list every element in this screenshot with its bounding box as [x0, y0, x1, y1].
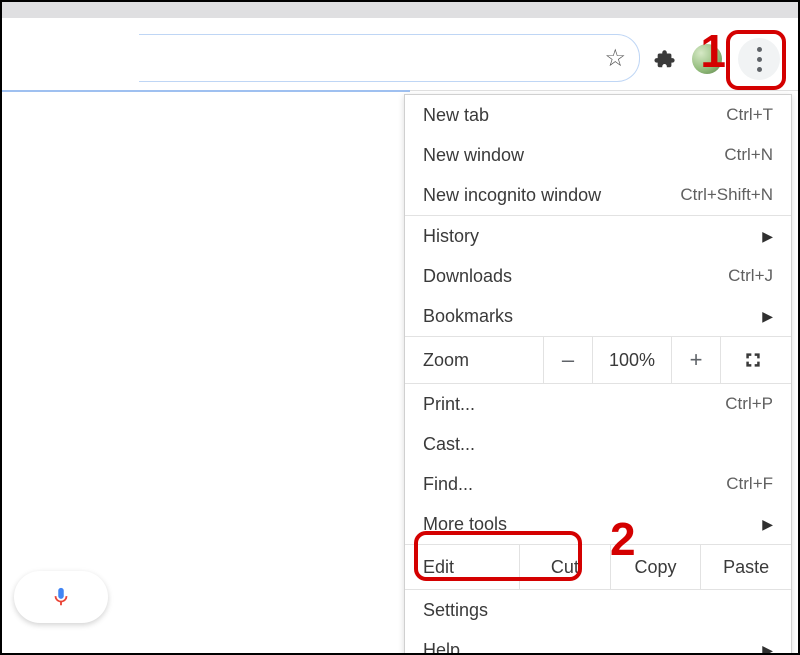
zoom-out-button[interactable]: –	[543, 337, 592, 383]
menu-item-downloads[interactable]: Downloads Ctrl+J	[405, 256, 791, 296]
menu-shortcut: Ctrl+F	[726, 474, 773, 494]
chevron-right-icon: ▶	[762, 642, 773, 655]
voice-search-button[interactable]	[14, 571, 108, 623]
menu-item-new-tab[interactable]: New tab Ctrl+T	[405, 95, 791, 135]
menu-label: History	[423, 226, 754, 247]
menu-shortcut: Ctrl+J	[728, 266, 773, 286]
edit-cut-button[interactable]: Cut	[519, 545, 610, 589]
omnibox[interactable]	[139, 34, 640, 82]
menu-item-find[interactable]: Find... Ctrl+F	[405, 464, 791, 504]
chrome-overflow-menu: New tab Ctrl+T New window Ctrl+N New inc…	[404, 94, 792, 655]
chevron-right-icon: ▶	[762, 308, 773, 325]
edit-label: Edit	[405, 557, 519, 578]
zoom-label: Zoom	[405, 350, 543, 371]
edit-paste-button[interactable]: Paste	[700, 545, 791, 589]
window-titlebar	[2, 2, 798, 18]
menu-shortcut: Ctrl+Shift+N	[680, 185, 773, 205]
more-options-button[interactable]	[738, 38, 780, 80]
menu-label: Downloads	[423, 266, 728, 287]
menu-shortcut: Ctrl+T	[726, 105, 773, 125]
menu-item-print[interactable]: Print... Ctrl+P	[405, 384, 791, 424]
menu-item-incognito[interactable]: New incognito window Ctrl+Shift+N	[405, 175, 791, 215]
bookmark-star-icon[interactable]: ☆	[604, 44, 626, 73]
toolbar: ☆	[2, 34, 798, 84]
menu-label: New tab	[423, 105, 726, 126]
menu-item-settings[interactable]: Settings	[405, 590, 791, 630]
menu-item-edit: Edit Cut Copy Paste	[405, 544, 791, 590]
menu-shortcut: Ctrl+P	[725, 394, 773, 414]
menu-item-more-tools[interactable]: More tools ▶	[405, 504, 791, 544]
menu-item-help[interactable]: Help ▶	[405, 630, 791, 655]
chevron-right-icon: ▶	[762, 228, 773, 245]
menu-item-zoom: Zoom – 100% +	[405, 336, 791, 384]
menu-item-new-window[interactable]: New window Ctrl+N	[405, 135, 791, 175]
menu-item-cast[interactable]: Cast...	[405, 424, 791, 464]
menu-label: Bookmarks	[423, 306, 754, 327]
menu-label: More tools	[423, 514, 754, 535]
menu-label: New window	[423, 145, 724, 166]
menu-item-history[interactable]: History ▶	[405, 216, 791, 256]
chevron-right-icon: ▶	[762, 516, 773, 533]
tab-highlight	[2, 90, 410, 92]
menu-label: Print...	[423, 394, 725, 415]
microphone-icon	[50, 586, 72, 608]
edit-copy-button[interactable]: Copy	[610, 545, 701, 589]
menu-shortcut: Ctrl+N	[724, 145, 773, 165]
menu-label: New incognito window	[423, 185, 680, 206]
fullscreen-button[interactable]	[720, 337, 785, 383]
zoom-value: 100%	[592, 337, 671, 383]
menu-label: Settings	[423, 600, 773, 621]
extensions-icon[interactable]	[654, 48, 676, 70]
menu-label: Cast...	[423, 434, 773, 455]
menu-item-bookmarks[interactable]: Bookmarks ▶	[405, 296, 791, 336]
profile-avatar[interactable]	[692, 44, 722, 74]
menu-label: Help	[423, 640, 754, 655]
zoom-in-button[interactable]: +	[671, 337, 720, 383]
chrome-window: ☆ New tab Ctrl+T New window Ctrl+N New i…	[0, 0, 800, 655]
menu-label: Find...	[423, 474, 726, 495]
